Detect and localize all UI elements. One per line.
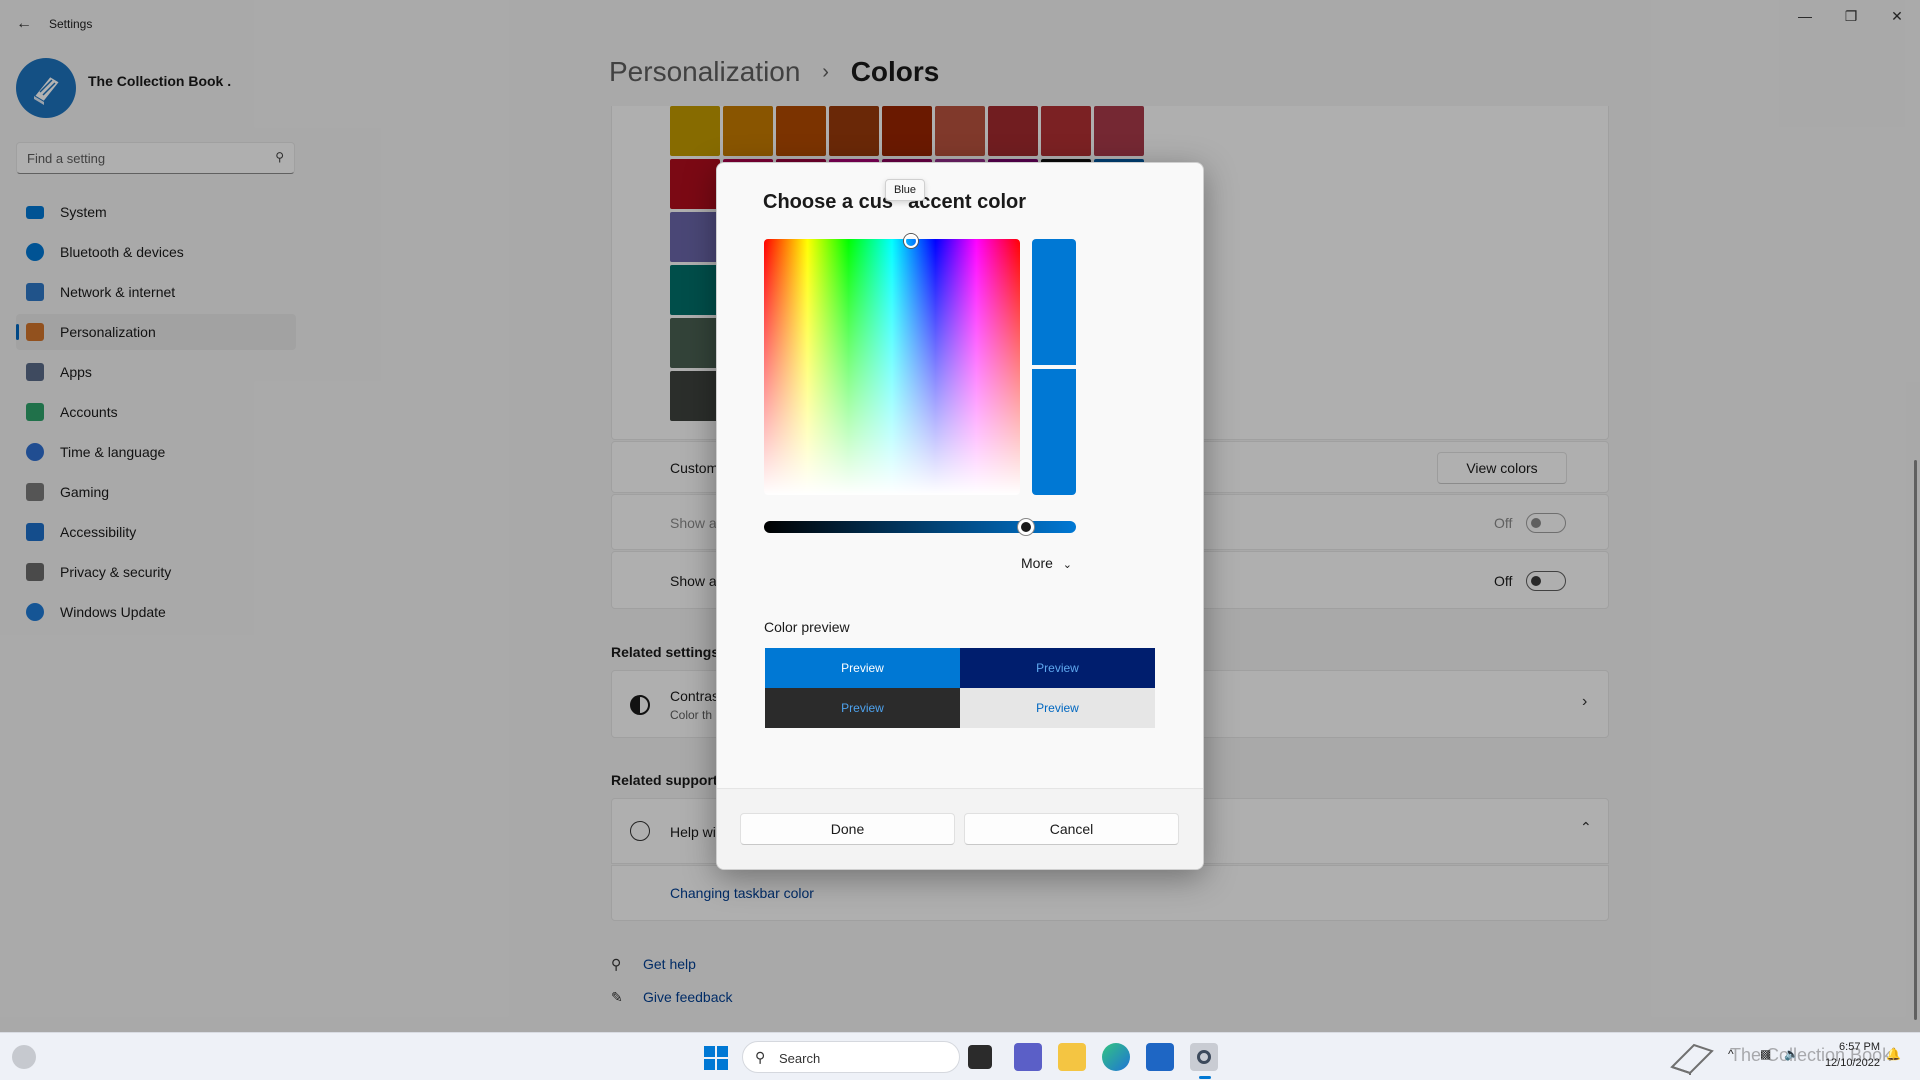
dialog-title-left: Choose a cus [763,191,894,213]
file-explorer-icon[interactable] [1058,1043,1086,1071]
brightness-slider-thumb[interactable] [1018,519,1035,535]
preview-light-accent: Preview [765,648,960,688]
start-button[interactable] [704,1046,728,1070]
network-icon[interactable]: ▩ [1760,1047,1771,1061]
clock-date: 12/10/2022 [1824,1057,1880,1069]
taskbar-search[interactable]: ⚲ Search [742,1041,960,1073]
search-icon: ⚲ [755,1049,766,1065]
volume-icon[interactable]: 🔈 [1784,1047,1799,1061]
dialog-title-right: accent color [908,191,1026,213]
more-button[interactable]: More ⌄ [1021,555,1072,571]
settings-gear-icon[interactable] [1190,1043,1218,1079]
color-spectrum[interactable] [764,239,1020,495]
color-name-tooltip: Blue [885,179,926,201]
widgets-icon[interactable] [12,1045,36,1069]
task-view-icon[interactable] [968,1045,992,1069]
show-hidden-icons[interactable]: ^ [1728,1047,1734,1061]
selected-color-preview [1032,239,1076,495]
book-logo-icon [1668,1041,1716,1075]
color-picker-handle[interactable] [904,234,918,248]
color-preview-title: Color preview [764,619,850,635]
chevron-down-icon: ⌄ [1062,559,1073,571]
taskbar: ⚲ Search The Collection Book ^ ▩ 🔈 6:57 … [0,1032,1920,1080]
done-button[interactable]: Done [740,813,955,845]
cancel-button[interactable]: Cancel [964,813,1179,845]
system-clock[interactable]: 6:57 PM 12/10/2022 [1812,1039,1880,1071]
preview-dark-surface: Preview [765,688,960,728]
notification-icon[interactable]: 🔔 [1886,1047,1901,1061]
edge-browser-icon[interactable] [1102,1043,1130,1071]
dialog-footer: Done Cancel [717,788,1203,869]
preview-dark-accent: Preview [960,648,1155,688]
clock-time: 6:57 PM [1839,1041,1880,1053]
teams-chat-icon[interactable] [1014,1043,1042,1071]
more-label: More [1021,555,1053,571]
store-icon[interactable] [1146,1043,1174,1071]
preview-light-surface: Preview [960,688,1155,728]
custom-accent-color-dialog: Choose a cus accent color Blue More ⌄ Co… [716,162,1204,870]
taskbar-search-label: Search [779,1051,821,1066]
